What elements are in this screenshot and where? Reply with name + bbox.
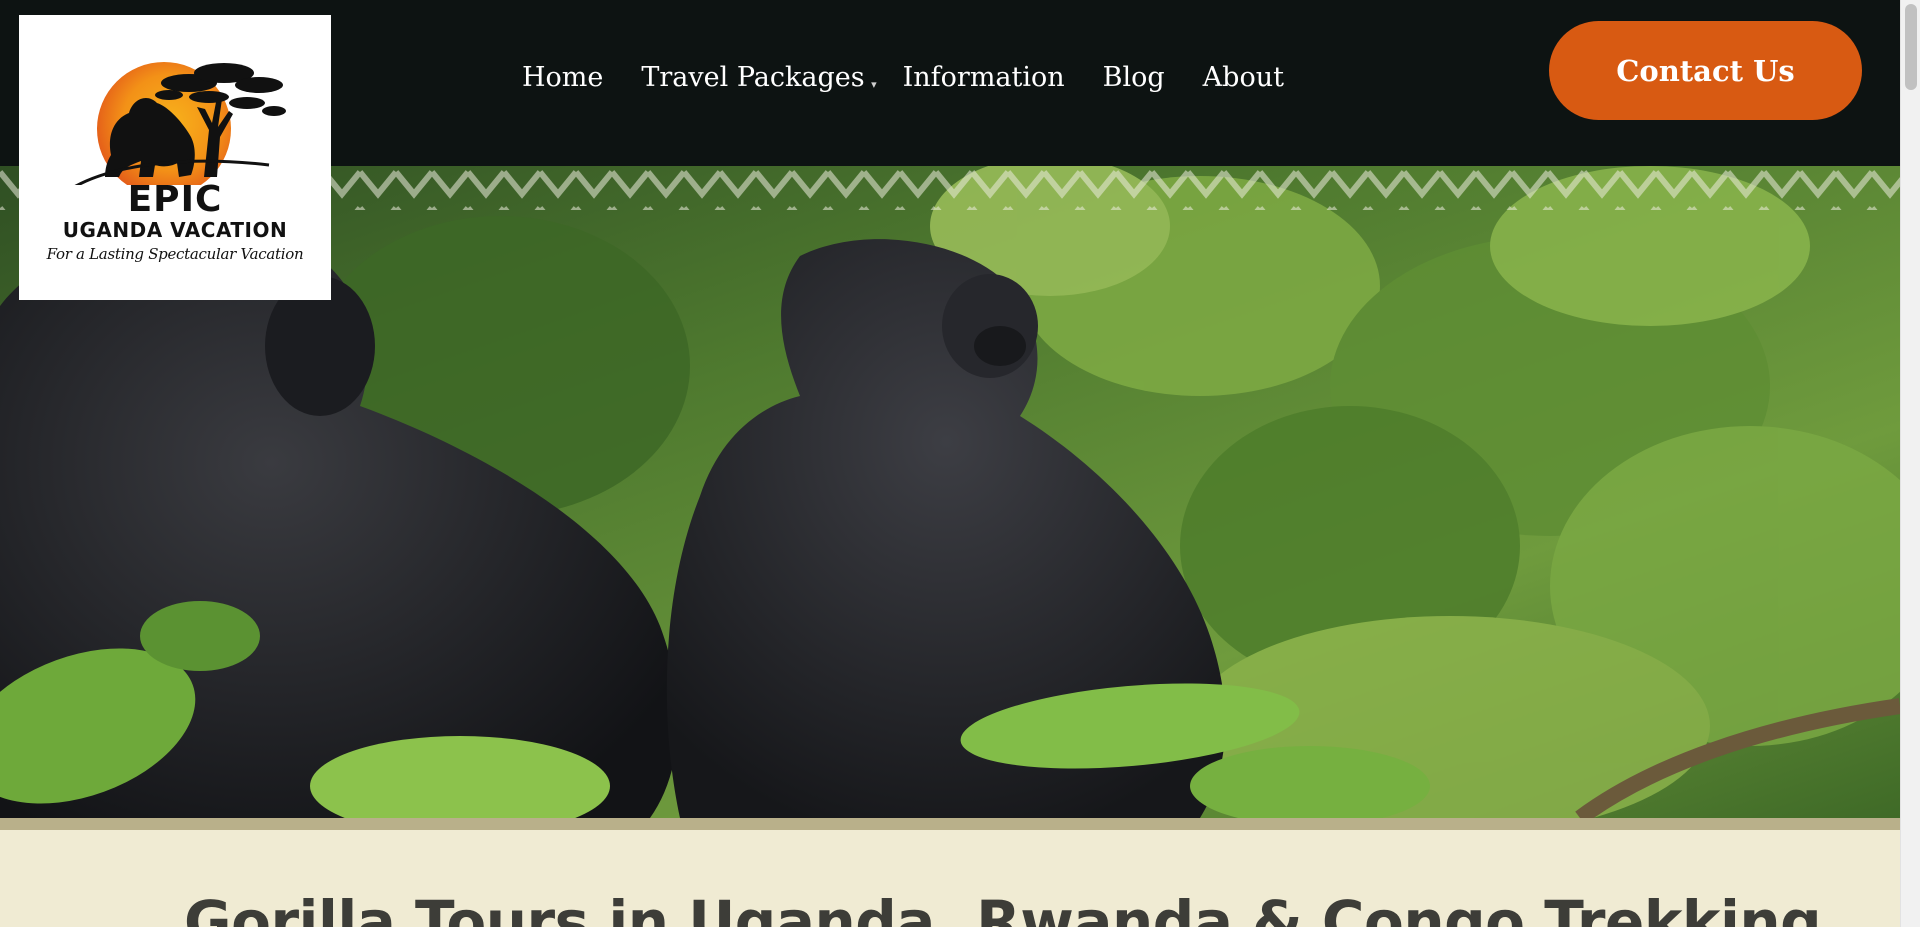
contact-us-button[interactable]: Contact Us	[1549, 21, 1862, 120]
gorilla-sunset-tree-logo-icon	[74, 62, 286, 185]
page: Home Travel Packages ▾ Information Blog …	[0, 0, 1900, 927]
main-nav: Home Travel Packages ▾ Information Blog …	[522, 55, 1284, 99]
chevron-down-icon: ▾	[871, 77, 877, 91]
nav-item-home[interactable]: Home	[522, 62, 603, 93]
logo-tagline: For a Lasting Spectacular Vacation	[46, 245, 304, 263]
page-title: Gorilla Tours in Uganda, Rwanda & Congo …	[184, 888, 1822, 927]
nav-item-label: Travel Packages	[641, 61, 865, 93]
intro-section: Gorilla Tours in Uganda, Rwanda & Congo …	[0, 830, 1900, 927]
hero-divider	[0, 818, 1900, 830]
nav-item-blog[interactable]: Blog	[1103, 62, 1165, 93]
nav-item-information[interactable]: Information	[903, 62, 1065, 93]
vertical-scrollbar[interactable]	[1900, 0, 1920, 927]
nav-item-about[interactable]: About	[1203, 62, 1284, 93]
nav-item-travel-packages[interactable]: Travel Packages ▾	[641, 61, 876, 93]
scrollbar-thumb[interactable]	[1905, 4, 1917, 90]
site-logo[interactable]: EPIC UGANDA VACATION For a Lasting Spect…	[19, 15, 331, 300]
logo-subtitle: UGANDA VACATION	[62, 218, 288, 242]
logo-title: EPIC	[127, 179, 223, 220]
